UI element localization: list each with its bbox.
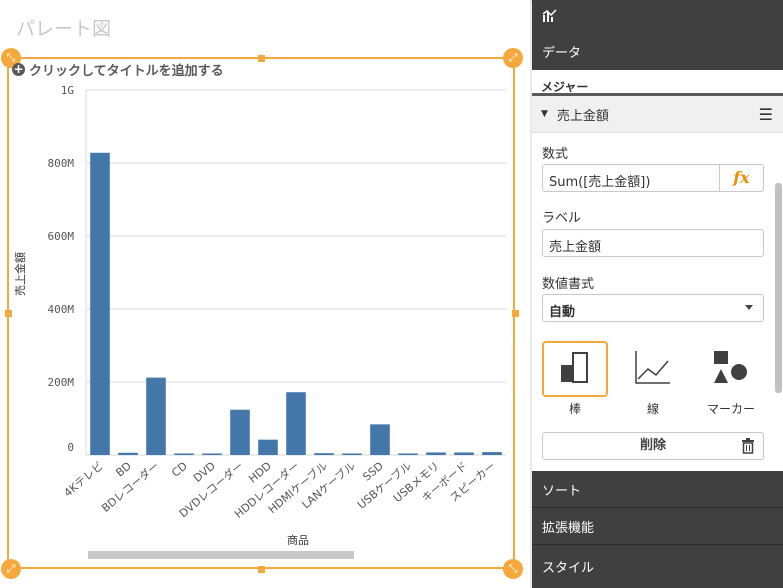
bar[interactable] (202, 453, 222, 456)
bar[interactable] (90, 152, 110, 455)
trash-icon (742, 438, 754, 454)
y-tick-label: 200M (48, 376, 75, 389)
measure-item[interactable]: ▼ 売上金額 ☰ (532, 96, 783, 133)
x-tick-label: CD (169, 459, 190, 479)
chevron-down-icon (745, 305, 753, 310)
bar[interactable] (482, 452, 502, 455)
bar-chart[interactable]: 0200M400M600M800M1G 4Kテレビ BDBDレコーダー CD DVDD… (0, 0, 530, 560)
section-data[interactable]: データ (532, 32, 783, 70)
bar[interactable] (174, 453, 194, 456)
resize-handle-bottom[interactable] (258, 566, 265, 573)
number-format-select[interactable]: 自動 (542, 294, 764, 322)
measure-properties: 数式 Sum([売上金額]) fx ラベル 売上金額 数値書式 自動 棒 線 マ… (532, 133, 783, 460)
y-tick-label: 1G (61, 84, 74, 97)
bar[interactable] (454, 452, 474, 455)
measure-name: 売上金額 (556, 108, 609, 124)
y-axis-label: 売上金額 (13, 252, 27, 296)
expression-value: Sum([売上金額]) (549, 175, 651, 190)
chart-type-line-label: 線 (646, 402, 659, 416)
chart-properties-icon (542, 9, 557, 22)
section-addons[interactable]: 拡張機能 (532, 508, 783, 545)
chart-type-selector: 棒 線 マーカー (542, 341, 764, 421)
bar[interactable] (286, 392, 306, 455)
bar[interactable] (314, 453, 334, 455)
delete-label: 削除 (639, 438, 666, 453)
delete-button[interactable]: 削除 (542, 432, 764, 460)
panel-header (532, 0, 783, 32)
x-axis-label: 商品 (287, 533, 309, 547)
y-tick-label: 800M (48, 157, 75, 170)
bar[interactable] (370, 424, 390, 455)
chart-horizontal-scrollbar[interactable] (88, 551, 354, 559)
bar[interactable] (118, 452, 138, 455)
resize-handle-bottom-right[interactable]: ⤡ (503, 559, 523, 579)
chart-type-bar-label: 棒 (568, 402, 581, 416)
y-tick-label: 0 (67, 441, 74, 454)
x-tick-label: BD (113, 459, 134, 479)
expression-field[interactable]: Sum([売上金額]) fx (542, 164, 764, 192)
properties-panel: データ メジャー ▼ 売上金額 ☰ 数式 Sum([売上金額]) fx ラベル … (532, 0, 783, 588)
bar[interactable] (258, 439, 278, 455)
fx-button[interactable]: fx (719, 165, 763, 191)
chart-type-marker-label: マーカー (706, 402, 755, 416)
label-field[interactable]: 売上金額 (542, 229, 764, 257)
bar[interactable] (230, 409, 250, 455)
bar-chart-icon (561, 352, 588, 383)
y-tick-label: 600M (48, 230, 75, 243)
bar[interactable] (426, 452, 446, 455)
label-label: ラベル (542, 211, 582, 226)
bar[interactable] (398, 453, 418, 456)
expression-label: 数式 (542, 147, 569, 162)
number-format-value: 自動 (549, 305, 576, 320)
chart-type-bar[interactable] (542, 341, 608, 397)
number-format-label: 数値書式 (542, 277, 595, 292)
bar[interactable] (146, 377, 166, 455)
menu-icon[interactable]: ☰ (759, 105, 773, 124)
resize-handle-bottom-left[interactable]: ⤢ (1, 559, 21, 579)
y-tick-label: 400M (48, 303, 75, 316)
panel-scrollbar[interactable] (775, 183, 782, 393)
chart-type-marker[interactable] (698, 341, 764, 397)
collapse-triangle-icon: ▼ (541, 109, 548, 119)
measures-header: メジャー (532, 70, 783, 96)
line-chart-icon (635, 351, 670, 384)
x-tick-label: 4Kテレビ (61, 459, 106, 499)
section-sort[interactable]: ソート (532, 471, 783, 508)
chart-type-line[interactable] (620, 341, 686, 397)
marker-icon (714, 351, 747, 383)
section-style[interactable]: スタイル (532, 545, 783, 588)
bar[interactable] (342, 453, 362, 456)
